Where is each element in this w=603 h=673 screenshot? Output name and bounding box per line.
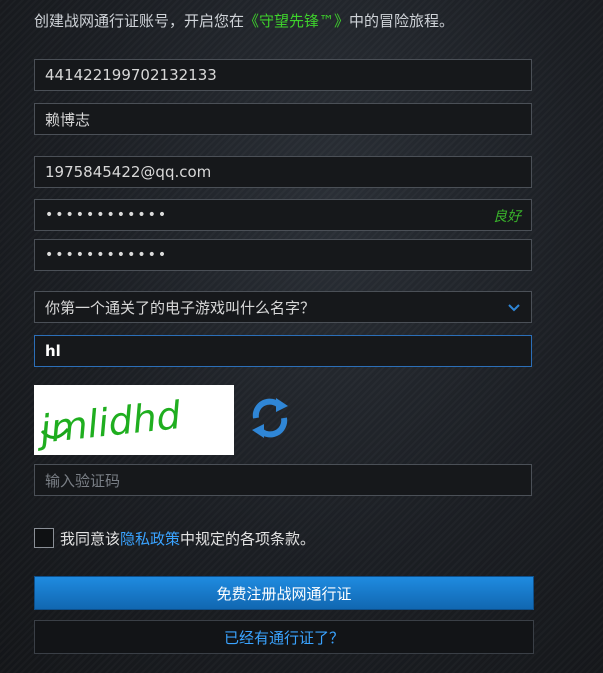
password-mask: •••••••••••• [45, 207, 169, 223]
chevron-down-icon [508, 304, 520, 312]
confirm-password-field[interactable]: •••••••••••• [34, 239, 532, 271]
security-question-select[interactable]: 你第一个通关了的电子游戏叫什么名字？ [34, 291, 532, 323]
intro-suffix: 中的冒险旅程。 [349, 12, 455, 30]
real-name-value: 赖博志 [45, 110, 91, 129]
intro-text: 创建战网通行证账号，开启您在《守望先锋™》中的冒险旅程。 [34, 10, 454, 31]
captcha-image: jmlidhd [33, 385, 234, 455]
captcha-input[interactable]: 输入验证码 [34, 464, 532, 496]
register-button[interactable]: 免费注册战网通行证 [34, 576, 534, 610]
have-account-button[interactable]: 已经有通行证了？ [34, 620, 534, 654]
email-value: 1975845422@qq.com [45, 163, 212, 181]
agreement-prefix: 我同意该 [60, 530, 121, 548]
captcha-text: jmlidhd [34, 393, 184, 452]
refresh-icon[interactable] [246, 392, 294, 444]
confirm-password-mask: •••••••••••• [45, 247, 169, 263]
have-account-label: 已经有通行证了？ [223, 628, 344, 647]
captcha-graphic: jmlidhd [33, 393, 184, 452]
security-question-value: 你第一个通关了的电子游戏叫什么名字？ [45, 298, 316, 317]
security-answer-value: hl [45, 342, 61, 360]
register-button-label: 免费注册战网通行证 [216, 584, 352, 603]
captcha-placeholder: 输入验证码 [45, 471, 121, 490]
agree-checkbox[interactable] [34, 528, 54, 548]
agreement-text: 我同意该隐私政策中规定的各项条款。 [60, 528, 315, 549]
agreement-suffix: 中规定的各项条款。 [180, 530, 316, 548]
id-number-value: 441422199702132133 [45, 66, 217, 84]
id-number-field[interactable]: 441422199702132133 [34, 59, 532, 91]
password-strength-label: 良好 [493, 209, 521, 225]
game-name: 《守望先锋™》 [244, 12, 350, 30]
privacy-policy-link[interactable]: 隐私政策 [120, 530, 180, 548]
password-field[interactable]: •••••••••••• 良好 [34, 199, 532, 231]
email-field[interactable]: 1975845422@qq.com [34, 156, 532, 188]
security-answer-input[interactable]: hl [34, 335, 532, 367]
real-name-field[interactable]: 赖博志 [34, 103, 532, 135]
intro-prefix: 创建战网通行证账号，开启您在 [34, 12, 245, 30]
